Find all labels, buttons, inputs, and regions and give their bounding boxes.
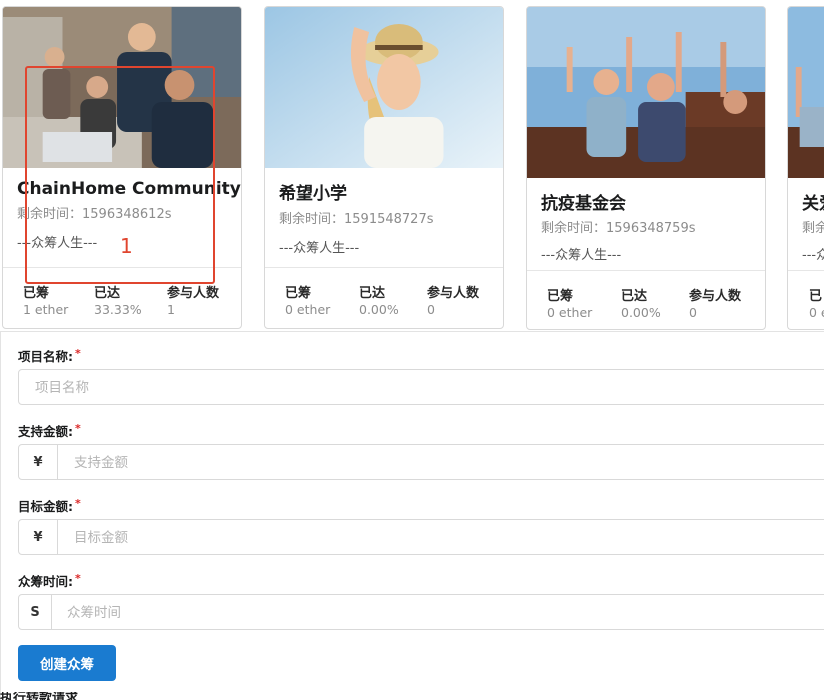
- stat-value: 0 ether: [547, 305, 593, 320]
- stat-value: 0 e: [809, 305, 824, 320]
- stat-label: 参与人数: [427, 286, 480, 301]
- project-card[interactable]: 关爱 剩余 ---众 已 0 e: [787, 6, 824, 330]
- card-description: ---众: [802, 248, 824, 263]
- stat-value: 1: [167, 302, 175, 317]
- field-label-support-amount: 支持金额: *: [18, 421, 81, 440]
- project-name-field[interactable]: [18, 369, 824, 406]
- card-image-woman-hat: [265, 7, 503, 168]
- stat-label: 参与人数: [689, 289, 742, 304]
- stat-raised: 已筹 0 ether: [547, 285, 592, 320]
- stat-value: 1 ether: [23, 302, 69, 317]
- project-card[interactable]: 抗疫基金会 剩余时间：1596348759s ---众筹人生--- 已筹 0 e…: [526, 6, 766, 330]
- currency-addon: ¥: [19, 445, 58, 479]
- stat-value: 33.33%: [94, 302, 142, 317]
- stat-progress: 已达 0.00%: [359, 282, 399, 317]
- stat-raised: 已 0 e: [809, 285, 824, 320]
- stat-progress: 已达 33.33%: [94, 282, 142, 317]
- stat-participants: 参与人数 1: [167, 282, 219, 317]
- card-remaining-time: 剩余时间：1596348612s: [17, 207, 172, 222]
- stat-participants: 参与人数 0: [427, 282, 479, 317]
- field-label-target-amount: 目标金额: *: [18, 496, 81, 515]
- target-amount-field[interactable]: ¥: [18, 519, 824, 556]
- project-name-input[interactable]: [33, 370, 817, 406]
- duration-input[interactable]: [65, 595, 809, 631]
- target-amount-input[interactable]: [72, 520, 816, 556]
- stat-value: 0 ether: [285, 302, 331, 317]
- stat-participants: 参与人数 0: [689, 285, 741, 320]
- card-remaining-time: 剩余时间：1596348759s: [541, 221, 696, 236]
- card-description: ---众筹人生---: [541, 248, 622, 263]
- currency-addon: ¥: [19, 520, 58, 554]
- seconds-addon: S: [19, 595, 52, 629]
- stat-value: 0: [689, 305, 697, 320]
- field-label-project-name: 项目名称: *: [18, 346, 81, 365]
- label-text: 众筹时间:: [18, 574, 73, 589]
- stat-label: 已达: [94, 286, 121, 301]
- card-remaining-time: 剩余时间：1591548727s: [279, 212, 434, 227]
- stat-raised: 已筹 0 ether: [285, 282, 330, 317]
- card-image-rollercoaster: [527, 7, 765, 178]
- stat-label: 已筹: [23, 286, 50, 301]
- stat-value: 0: [427, 302, 435, 317]
- card-title[interactable]: 关爱: [802, 189, 824, 214]
- stat-label: 参与人数: [167, 286, 220, 301]
- stat-label: 已: [809, 289, 823, 304]
- create-project-form: 项目名称:* 支持金额:* ¥ 目标金额:* ¥ 众筹时间:* S 创建众筹: [0, 331, 824, 700]
- card-stats: 已 0 e: [788, 270, 824, 329]
- annotation-number: 1: [120, 234, 133, 258]
- stat-label: 已筹: [285, 286, 312, 301]
- required-mark: *: [75, 422, 81, 435]
- next-section-heading: 执行转款请求: [0, 692, 79, 700]
- duration-field[interactable]: S: [18, 594, 824, 631]
- card-image-office-team: [3, 7, 241, 168]
- project-card-list: ChainHome Community 剩余时间：1596348612s ---…: [0, 0, 824, 332]
- label-text: 目标金额:: [18, 499, 73, 514]
- card-title[interactable]: 希望小学: [279, 179, 495, 204]
- card-stats: 已筹 0 ether 已达 0.00% 参与人数 0: [265, 267, 503, 328]
- card-title[interactable]: ChainHome Community: [17, 179, 241, 199]
- field-label-duration: 众筹时间: *: [18, 571, 81, 590]
- stat-label: 已达: [359, 286, 386, 301]
- stat-raised: 已筹 1 ether: [23, 282, 68, 317]
- stat-value: 0.00%: [359, 302, 399, 317]
- stat-label: 已筹: [547, 289, 574, 304]
- label-text: 支持金额:: [18, 424, 73, 439]
- stat-value: 0.00%: [621, 305, 661, 320]
- support-amount-input[interactable]: [72, 445, 816, 481]
- stat-label: 已达: [621, 289, 648, 304]
- required-mark: *: [75, 572, 81, 585]
- card-description: ---众筹人生---: [279, 241, 360, 256]
- project-card[interactable]: 希望小学 剩余时间：1591548727s ---众筹人生--- 已筹 0 et…: [264, 6, 504, 329]
- required-mark: *: [75, 347, 81, 360]
- card-remaining-time: 剩余: [802, 221, 824, 236]
- card-stats: 已筹 0 ether 已达 0.00% 参与人数 0: [527, 270, 765, 329]
- required-mark: *: [75, 497, 81, 510]
- label-text: 项目名称:: [18, 349, 73, 364]
- support-amount-field[interactable]: ¥: [18, 444, 824, 481]
- card-image-partial: [788, 7, 824, 178]
- create-crowdfunding-button[interactable]: 创建众筹: [18, 645, 116, 681]
- card-title[interactable]: 抗疫基金会: [541, 189, 757, 214]
- project-card[interactable]: ChainHome Community 剩余时间：1596348612s ---…: [2, 6, 242, 329]
- card-stats: 已筹 1 ether 已达 33.33% 参与人数 1: [3, 267, 241, 328]
- stat-progress: 已达 0.00%: [621, 285, 661, 320]
